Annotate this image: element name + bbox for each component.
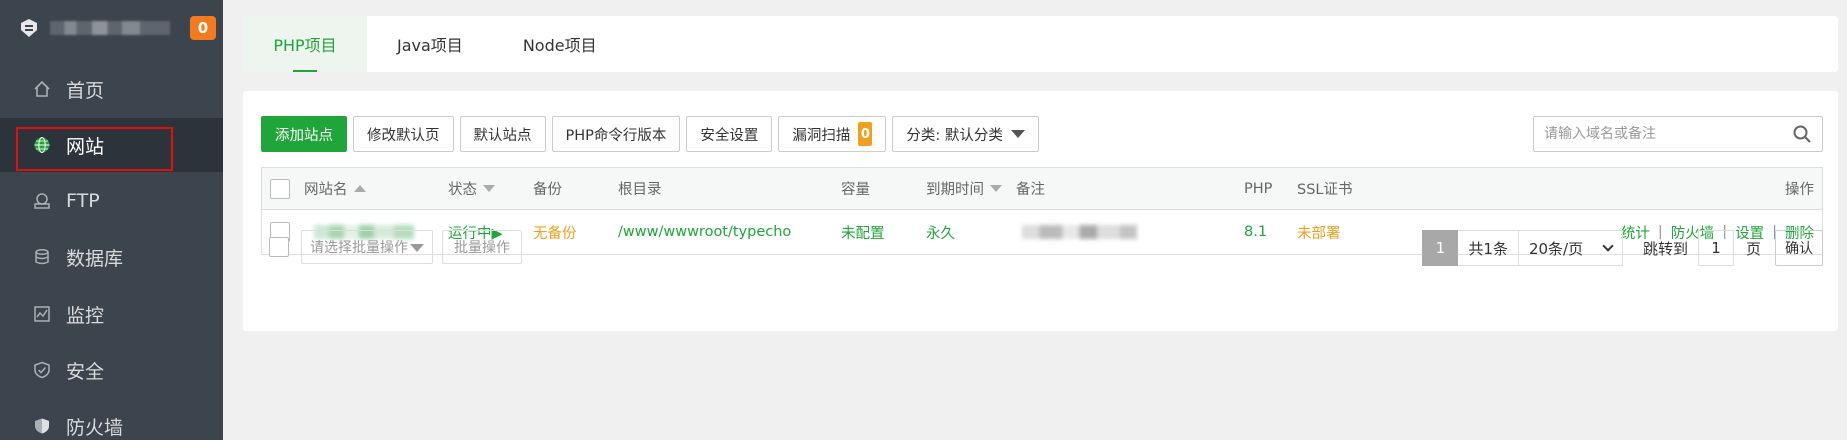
tab-php[interactable]: PHP项目 (243, 16, 367, 72)
col-expiry[interactable]: 到期时间 (926, 168, 1002, 209)
home-icon (32, 79, 52, 99)
sidebar-item-home[interactable]: 首页 (0, 62, 223, 116)
tab-java[interactable]: Java项目 (367, 16, 493, 72)
highlight-box (16, 127, 173, 171)
page-size-select[interactable]: 20条/页 (1518, 230, 1623, 266)
col-note: 备注 (1016, 182, 1045, 198)
col-capacity: 容量 (841, 182, 870, 198)
project-tabs: PHP项目 Java项目 Node项目 (243, 16, 1838, 72)
monitor-icon (32, 304, 52, 324)
database-icon (32, 247, 52, 267)
vuln-scan-count-badge: 0 (858, 122, 873, 146)
site-list-panel: 添加站点 修改默认页 默认站点 PHP命令行版本 安全设置 漏洞扫描 0 分类:… (243, 91, 1838, 331)
total-count: 共1条 (1458, 230, 1519, 266)
sidebar-item-label: 防火墙 (66, 416, 124, 439)
confirm-jump-button[interactable]: 确认 (1775, 230, 1823, 266)
sort-desc-icon (483, 185, 495, 192)
page-size-value: 20条/页 (1528, 239, 1584, 258)
caret-down-icon (410, 244, 424, 252)
edit-default-page-button[interactable]: 修改默认页 (353, 116, 454, 152)
sidebar-item-security[interactable]: 安全 (0, 343, 223, 397)
page-unit-label: 页 (1745, 239, 1761, 258)
search-input[interactable] (1534, 118, 1774, 150)
sidebar-item-label: 安全 (66, 360, 105, 383)
table-footer: 请选择批量操作 批量操作 1 共1条 20条/页 跳转到 1 页 确认 (261, 230, 1823, 266)
category-select[interactable]: 分类: 默认分类 (892, 116, 1039, 152)
server-name-redacted (50, 21, 170, 35)
jump-label: 跳转到 (1642, 239, 1688, 258)
sidebar-item-database[interactable]: 数据库 (0, 230, 223, 284)
sidebar-item-label: 首页 (66, 79, 105, 102)
php-cli-version-button[interactable]: PHP命令行版本 (551, 116, 681, 152)
search-icon[interactable] (1792, 124, 1812, 148)
sidebar-item-label: 数据库 (66, 247, 124, 270)
col-site-name[interactable]: 网站名 (304, 168, 366, 209)
default-site-button[interactable]: 默认站点 (459, 116, 546, 152)
caret-down-icon (1010, 130, 1025, 138)
sidebar-item-firewall[interactable]: 防火墙 (0, 399, 223, 440)
col-root-dir: 根目录 (618, 182, 662, 198)
jump-page-input[interactable]: 1 (1697, 230, 1734, 266)
chevron-down-icon (1602, 240, 1614, 252)
col-actions: 操作 (1785, 182, 1814, 198)
tab-node[interactable]: Node项目 (493, 16, 627, 72)
table-header: 网站名 状态 备份 根目录 容量 到期时间 备注 PHP SSL证书 操作 (262, 168, 1822, 210)
pagination: 1 共1条 20条/页 跳转到 1 页 确认 (1422, 230, 1823, 266)
category-select-label: 分类: 默认分类 (906, 127, 1003, 144)
add-site-button[interactable]: 添加站点 (261, 116, 347, 152)
batch-action-button[interactable]: 批量操作 (442, 230, 522, 264)
sidebar-item-ftp[interactable]: FTP (0, 174, 223, 228)
select-all-checkbox[interactable] (270, 168, 290, 209)
col-ssl: SSL证书 (1297, 182, 1353, 198)
sidebar-item-monitor[interactable]: 监控 (0, 287, 223, 341)
sort-desc-icon (990, 185, 1002, 192)
sidebar: 0 首页 网站 FTP 数据库 监控 安全 防火墙 (0, 0, 223, 440)
shield-check-icon (32, 360, 52, 380)
sidebar-item-label: 监控 (66, 304, 105, 327)
col-php: PHP (1244, 180, 1273, 197)
ftp-icon (32, 191, 52, 211)
firewall-shield-icon (32, 416, 52, 436)
vuln-scan-label: 漏洞扫描 (792, 127, 851, 144)
search-box (1533, 116, 1823, 152)
batch-action-select[interactable]: 请选择批量操作 (301, 230, 433, 264)
security-settings-button[interactable]: 安全设置 (686, 116, 773, 152)
current-page[interactable]: 1 (1422, 230, 1459, 266)
col-backup: 备份 (533, 182, 562, 198)
server-logo-icon (18, 17, 40, 39)
batch-action-placeholder: 请选择批量操作 (310, 240, 408, 256)
toolbar: 添加站点 修改默认页 默认站点 PHP命令行版本 安全设置 漏洞扫描 0 分类:… (261, 116, 1045, 152)
footer-select-all-checkbox[interactable] (269, 237, 289, 257)
notification-badge[interactable]: 0 (190, 16, 216, 40)
sort-asc-icon (353, 185, 366, 192)
col-status[interactable]: 状态 (448, 168, 495, 209)
vuln-scan-button[interactable]: 漏洞扫描 0 (778, 116, 887, 152)
sidebar-header: 0 (0, 0, 223, 56)
sidebar-item-label: FTP (66, 190, 100, 212)
